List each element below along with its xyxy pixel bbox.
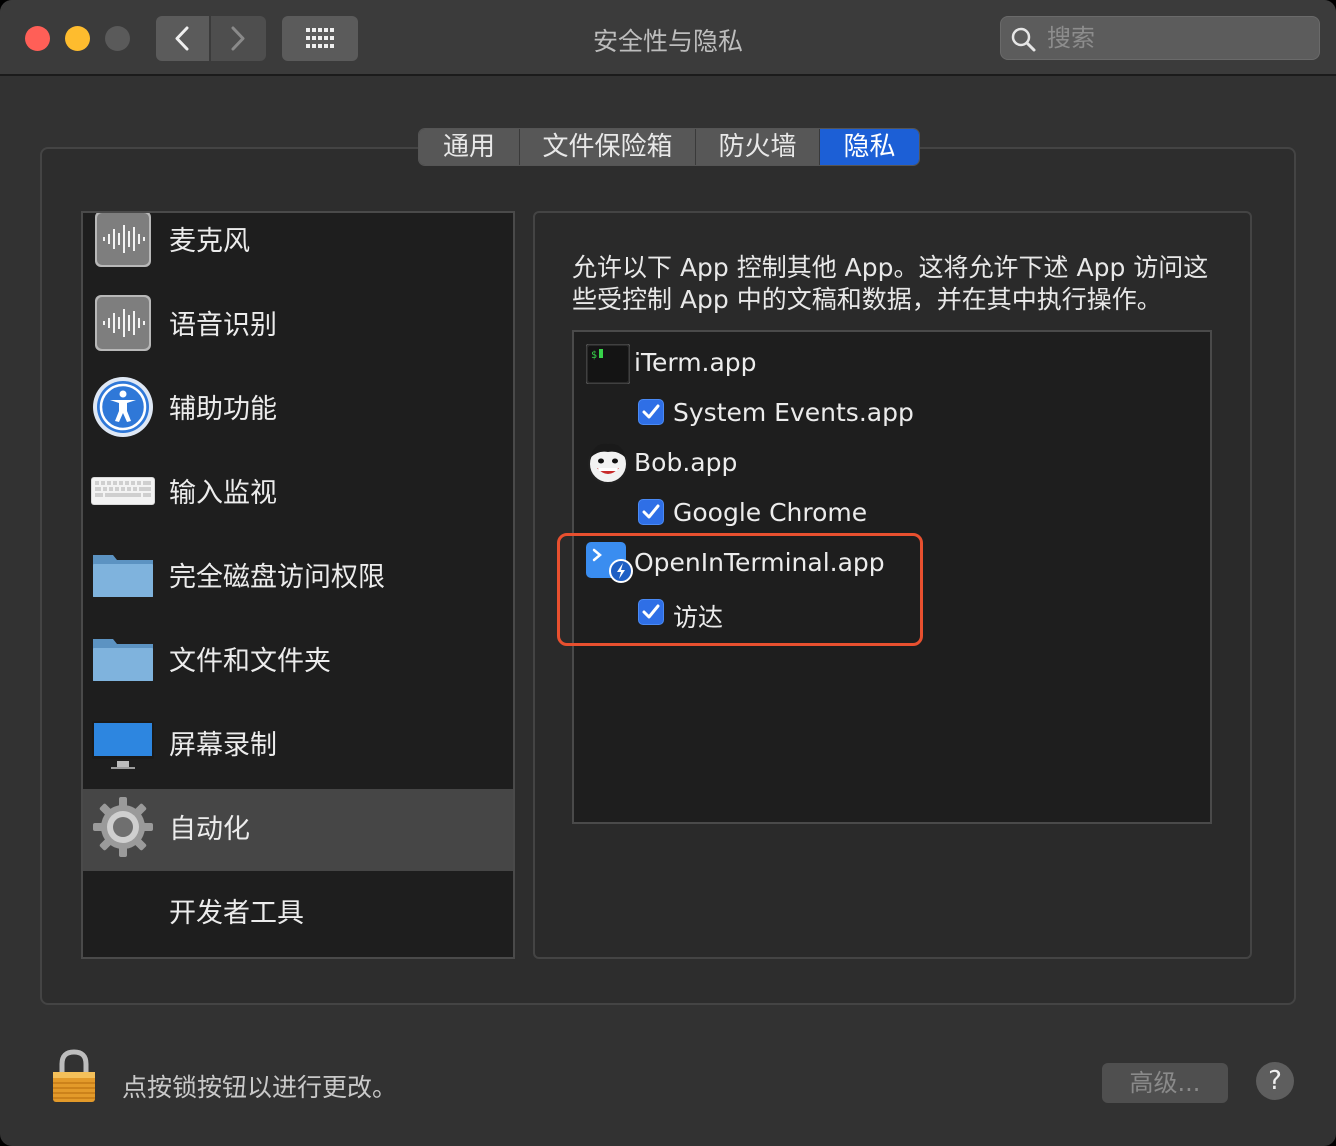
sidebar-item-developer-tools[interactable]: 开发者工具 (83, 873, 513, 955)
sidebar-item-label: 自动化 (169, 814, 250, 845)
search-input[interactable] (1047, 23, 1307, 53)
checkmark-icon (642, 404, 660, 419)
help-button[interactable]: ? (1256, 1062, 1294, 1100)
sidebar-item-full-disk-access[interactable]: 完全磁盘访问权限 (83, 537, 513, 619)
accessibility-icon (93, 377, 153, 437)
tab-firewall[interactable]: 防火墙 (696, 129, 820, 165)
checkmark-icon (642, 504, 660, 519)
system-events-checkbox[interactable] (638, 399, 664, 425)
lock-hint-text: 点按锁按钮以进行更改。 (122, 1073, 398, 1102)
sidebar-item-screen-recording[interactable]: 屏幕录制 (83, 705, 513, 787)
target-app-system-events: System Events.app (673, 398, 914, 427)
sidebar-item-label: 麦克风 (169, 226, 250, 257)
speech-recognition-icon (95, 295, 151, 351)
sidebar-item-label: 开发者工具 (169, 898, 304, 929)
tab-privacy[interactable]: 隐私 (820, 129, 919, 165)
window: 安全性与隐私 通用 文件保险箱 防火墙 隐私 (0, 0, 1336, 1146)
display-icon (92, 721, 154, 769)
folder-icon (93, 639, 153, 681)
tab-general[interactable]: 通用 (419, 129, 520, 165)
sidebar-item-label: 语音识别 (169, 310, 277, 341)
sidebar-item-input-monitoring[interactable]: 输入监视 (83, 453, 513, 535)
target-app-google-chrome: Google Chrome (673, 498, 868, 527)
sidebar-item-automation[interactable]: 自动化 (83, 789, 513, 871)
tab-filevault[interactable]: 文件保险箱 (520, 129, 696, 165)
lock-icon[interactable] (50, 1048, 98, 1104)
app-name-bob: Bob.app (634, 448, 738, 477)
microphone-icon (95, 213, 151, 267)
search-icon (1011, 27, 1036, 52)
sidebar-item-accessibility[interactable]: 辅助功能 (83, 369, 513, 451)
tab-bar: 通用 文件保险箱 防火墙 隐私 (418, 128, 920, 166)
iterm-icon: $ (586, 344, 630, 384)
sidebar-item-speech-recognition[interactable]: 语音识别 (83, 285, 513, 367)
svg-text:$: $ (591, 350, 597, 361)
sidebar-item-label: 屏幕录制 (169, 730, 277, 761)
sidebar-item-label: 输入监视 (169, 478, 277, 509)
gear-icon (93, 797, 153, 857)
title-bar: 安全性与隐私 (0, 0, 1336, 76)
bob-icon (588, 443, 628, 484)
google-chrome-checkbox[interactable] (638, 499, 664, 525)
sidebar-item-label: 文件和文件夹 (169, 646, 331, 677)
automation-description: 允许以下 App 控制其他 App。这将允许下述 App 访问这些受控制 App… (572, 253, 1209, 314)
openinterminal-highlight-box (557, 533, 923, 646)
advanced-button[interactable]: 高级... (1102, 1063, 1228, 1103)
sidebar-item-files-and-folders[interactable]: 文件和文件夹 (83, 621, 513, 703)
folder-icon (93, 555, 153, 597)
privacy-category-list[interactable]: 麦克风 语音识别 辅助功能 输入监视 完全磁盘访问权限 文件和文件夹 屏幕录制 … (81, 211, 515, 959)
search-field[interactable] (1000, 16, 1320, 60)
sidebar-item-label: 辅助功能 (169, 394, 277, 425)
app-name-iterm: iTerm.app (634, 348, 757, 377)
sidebar-item-label: 完全磁盘访问权限 (169, 562, 385, 593)
sidebar-item-microphone[interactable]: 麦克风 (83, 213, 513, 283)
keyboard-icon (91, 477, 155, 505)
